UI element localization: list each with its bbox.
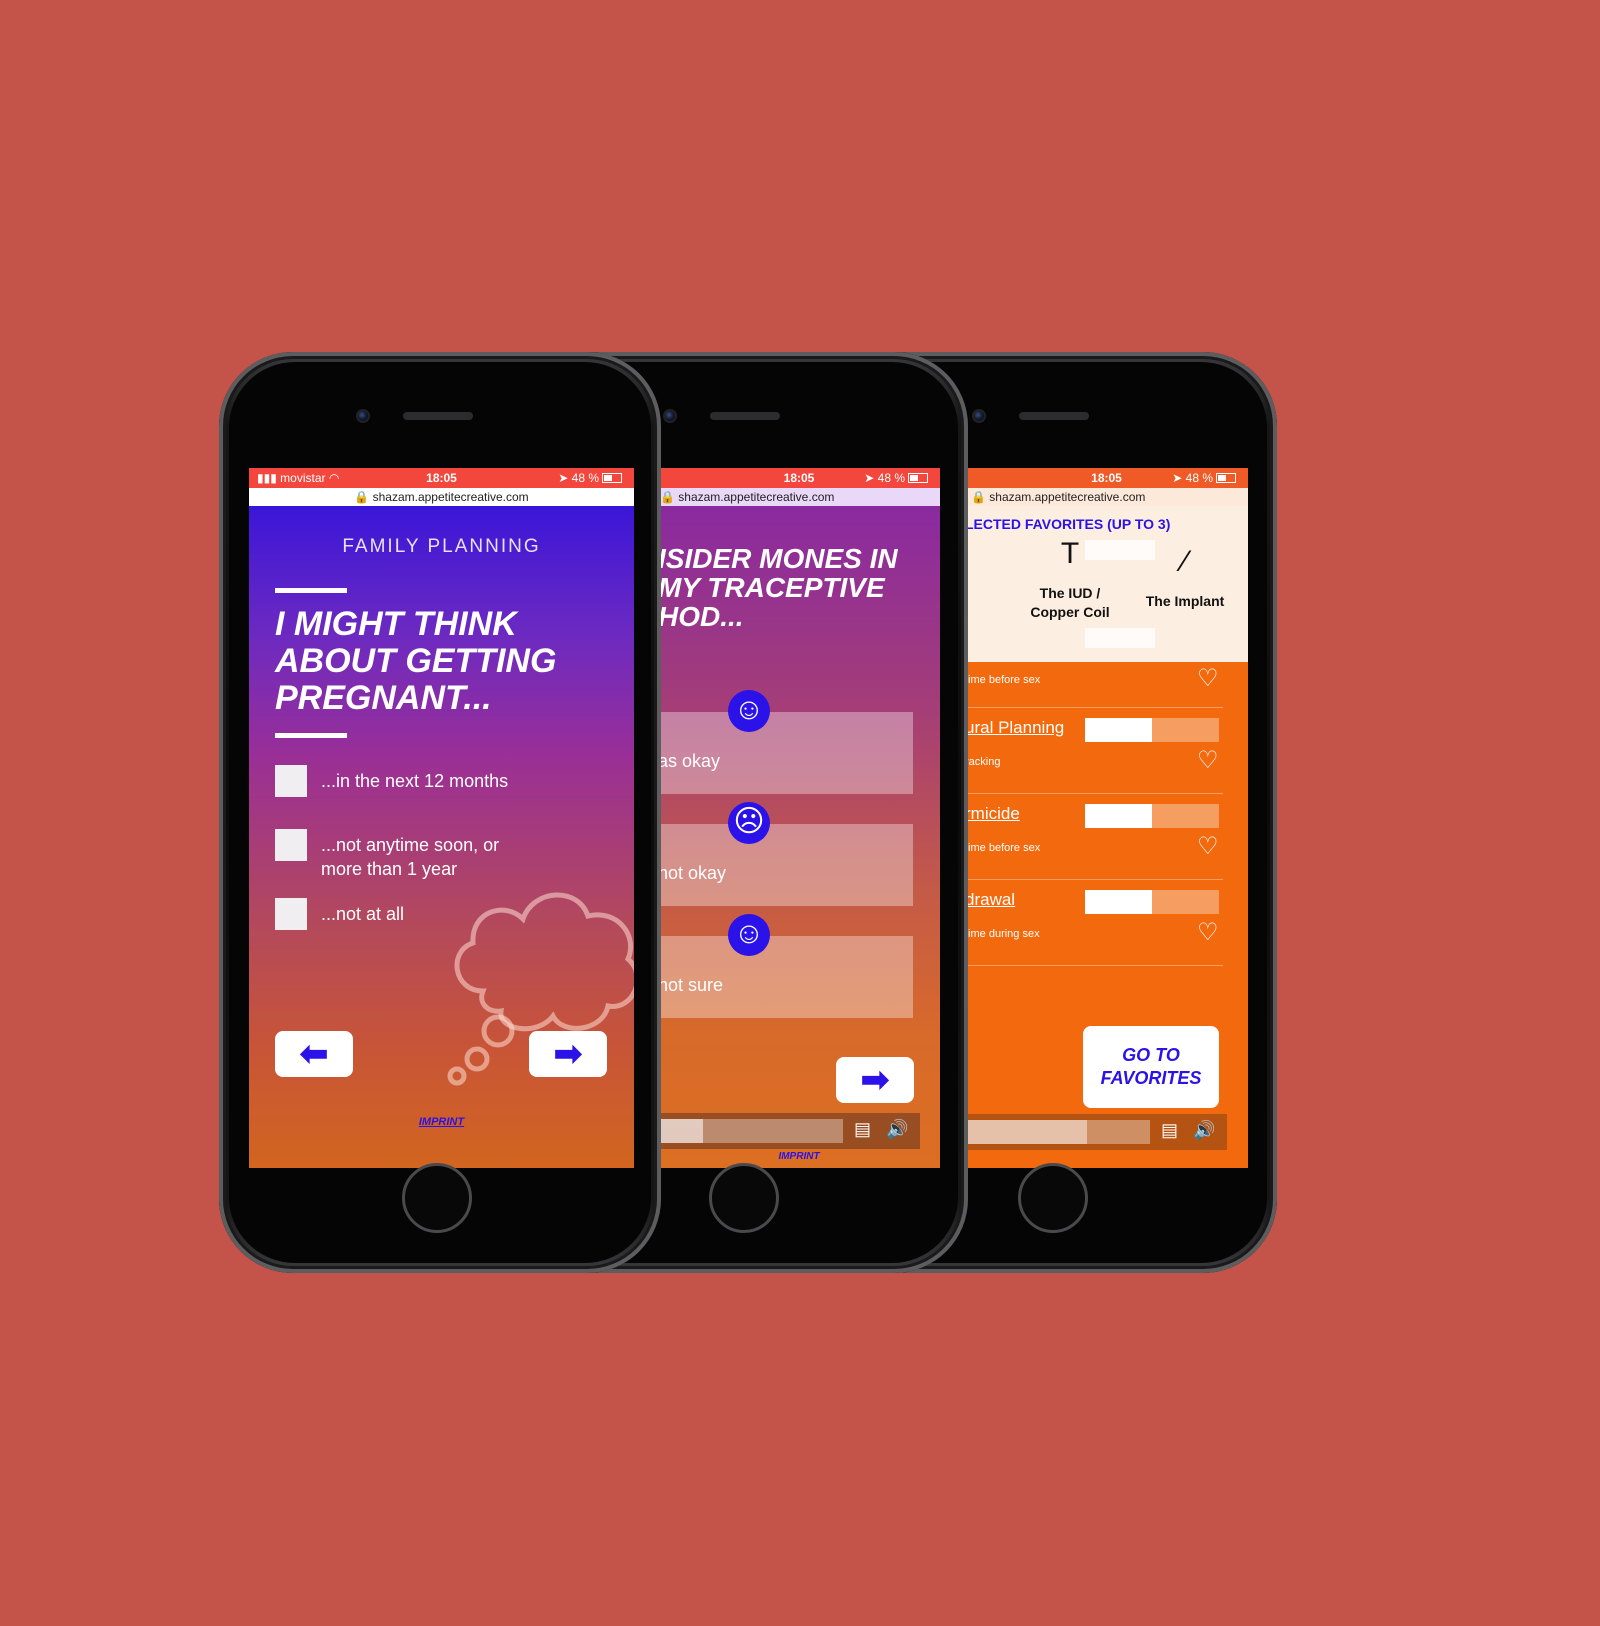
url-bar[interactable]: 🔒 shazam.appetitecreative.com bbox=[249, 488, 634, 506]
title-rule-top bbox=[275, 588, 347, 593]
arrow-left-icon: ⬅ bbox=[299, 1035, 329, 1073]
method-sub: racking bbox=[965, 756, 1001, 768]
favorites-title: LECTED FAVORITES (UP TO 3) bbox=[965, 516, 1171, 532]
status-bar: 18:05 ➤ 48 % bbox=[658, 468, 940, 488]
method-row[interactable]: rmicide time before sex ♡ bbox=[965, 794, 1223, 880]
method-name[interactable]: ural Planning bbox=[965, 718, 1064, 738]
next-button[interactable]: ➡ bbox=[529, 1031, 607, 1077]
heart-icon[interactable]: ♡ bbox=[1197, 746, 1219, 775]
method-row[interactable]: time before sex ♡ bbox=[965, 662, 1223, 708]
option-checkbox[interactable] bbox=[275, 829, 307, 861]
front-camera-icon bbox=[972, 409, 986, 423]
answer-not-okay[interactable]: not okay bbox=[658, 824, 913, 906]
url-text: shazam.appetitecreative.com bbox=[678, 490, 835, 504]
heart-icon[interactable]: ♡ bbox=[1197, 918, 1219, 947]
answer-not-sure[interactable]: not sure bbox=[658, 936, 913, 1018]
rating-bar bbox=[1085, 890, 1219, 914]
quiz-content: ISIDER MONES IN MY TRACEPTIVE HOD... as … bbox=[658, 506, 940, 1168]
smile-icon: ☺ bbox=[728, 690, 770, 732]
option-label: ...in the next 12 months bbox=[321, 771, 509, 791]
back-button[interactable]: ⬅ bbox=[275, 1031, 353, 1077]
rating-fill bbox=[1085, 890, 1152, 914]
screen: 18:05 ➤ 48 % 🔒 shazam.appetitecreative.c… bbox=[965, 468, 1248, 1168]
favorite-label: The IUD / Copper Coil bbox=[1030, 585, 1110, 620]
front-camera-icon bbox=[663, 409, 677, 423]
rating-fill bbox=[1085, 718, 1152, 742]
question-text: ISIDER MONES IN MY TRACEPTIVE HOD... bbox=[658, 543, 898, 632]
option-checkbox[interactable] bbox=[275, 898, 307, 930]
earpiece-speaker bbox=[710, 412, 780, 420]
earpiece-speaker bbox=[403, 412, 473, 420]
favorites-panel: LECTED FAVORITES (UP TO 3) T The IUD / C… bbox=[965, 506, 1248, 662]
method-name[interactable]: drawal bbox=[965, 890, 1015, 910]
volume-icon[interactable]: 🔊 bbox=[1193, 1120, 1215, 1141]
section-title: FAMILY PLANNING bbox=[342, 536, 541, 557]
next-button[interactable]: ➡ bbox=[836, 1057, 914, 1103]
arrow-right-icon: ➡ bbox=[553, 1035, 583, 1073]
battery-indicator: ➤ 48 % bbox=[1172, 471, 1236, 485]
phone-family-planning: ▮▮▮ movistar ◠ 18:05 ➤ 48 % 🔒 shazam.app… bbox=[219, 352, 661, 1273]
arrow-right-icon: ➡ bbox=[860, 1061, 890, 1099]
iud-icon: T bbox=[1060, 537, 1080, 570]
battery-icon bbox=[1216, 473, 1236, 483]
volume-icon[interactable]: 🔊 bbox=[886, 1119, 908, 1140]
favorites-content: LECTED FAVORITES (UP TO 3) T The IUD / C… bbox=[965, 506, 1248, 1168]
battery-indicator: ➤ 48 % bbox=[864, 471, 928, 485]
method-sub: time before sex bbox=[965, 674, 1041, 686]
frown-icon: ☹ bbox=[728, 802, 770, 844]
method-sub: time during sex bbox=[965, 928, 1040, 940]
home-button[interactable] bbox=[709, 1163, 779, 1233]
quiz-content: FAMILY PLANNING I MIGHT THINK ABOUT GETT… bbox=[249, 506, 634, 1168]
front-camera-icon bbox=[356, 409, 370, 423]
answer-label: not sure bbox=[658, 975, 724, 995]
screen: ▮▮▮ movistar ◠ 18:05 ➤ 48 % 🔒 shazam.app… bbox=[249, 468, 634, 1168]
home-button[interactable] bbox=[402, 1163, 472, 1233]
answer-label: as okay bbox=[658, 751, 721, 771]
captions-icon[interactable]: ▤ bbox=[854, 1119, 871, 1140]
rating-bar bbox=[1085, 718, 1219, 742]
heart-icon[interactable]: ♡ bbox=[1197, 832, 1219, 861]
option-label: ...not at all bbox=[321, 904, 405, 924]
option-checkbox[interactable] bbox=[275, 765, 307, 797]
media-controls: ▤ 🔊 bbox=[965, 1114, 1227, 1150]
option-not-at-all[interactable]: ...not at all bbox=[275, 898, 404, 930]
answer-label: not okay bbox=[658, 863, 727, 883]
screen: 18:05 ➤ 48 % 🔒 shazam.appetitecreative.c… bbox=[658, 468, 940, 1168]
url-text: shazam.appetitecreative.com bbox=[372, 490, 529, 504]
method-name[interactable]: rmicide bbox=[965, 804, 1020, 824]
battery-icon bbox=[908, 473, 928, 483]
status-bar: 18:05 ➤ 48 % bbox=[965, 468, 1248, 488]
earpiece-speaker bbox=[1019, 412, 1089, 420]
battery-indicator: ➤ 48 % bbox=[558, 471, 622, 485]
neutral-icon: ☺ bbox=[728, 914, 770, 956]
imprint-link[interactable]: IMPRINT bbox=[249, 1116, 634, 1128]
go-to-favorites-button[interactable]: GO TO FAVORITES bbox=[1083, 1026, 1219, 1108]
imprint-link[interactable]: IMPRINT bbox=[658, 1151, 940, 1162]
rating-bar bbox=[1085, 804, 1219, 828]
rating-fill bbox=[1085, 804, 1152, 828]
media-progress-track[interactable] bbox=[965, 1120, 1150, 1144]
favorite-iud[interactable]: T The IUD / Copper Coil bbox=[1015, 537, 1125, 622]
media-controls: ▤ 🔊 bbox=[658, 1113, 920, 1149]
url-bar[interactable]: 🔒 shazam.appetitecreative.com bbox=[965, 488, 1248, 506]
battery-icon bbox=[602, 473, 622, 483]
url-bar[interactable]: 🔒 shazam.appetitecreative.com bbox=[658, 488, 940, 506]
status-bar: ▮▮▮ movistar ◠ 18:05 ➤ 48 % bbox=[249, 468, 634, 488]
home-button[interactable] bbox=[1018, 1163, 1088, 1233]
title-rule-bottom bbox=[275, 733, 347, 738]
favorite-implant[interactable]: ⁄ The Implant bbox=[1135, 545, 1235, 611]
media-progress-track[interactable] bbox=[658, 1119, 843, 1143]
implant-icon: ⁄ bbox=[1182, 545, 1188, 578]
method-sub: time before sex bbox=[965, 842, 1041, 854]
ghost-bar bbox=[1085, 628, 1155, 648]
question-text: I MIGHT THINK ABOUT GETTING PREGNANT... bbox=[275, 605, 557, 717]
answer-okay[interactable]: as okay bbox=[658, 712, 913, 794]
url-text: shazam.appetitecreative.com bbox=[989, 490, 1146, 504]
favorite-label: The Implant bbox=[1145, 593, 1225, 609]
captions-icon[interactable]: ▤ bbox=[1161, 1120, 1178, 1141]
option-next-12-months[interactable]: ...in the next 12 months bbox=[275, 765, 508, 797]
heart-icon[interactable]: ♡ bbox=[1197, 664, 1219, 693]
method-row[interactable]: drawal time during sex ♡ bbox=[965, 880, 1223, 966]
method-row[interactable]: ural Planning racking ♡ bbox=[965, 708, 1223, 794]
